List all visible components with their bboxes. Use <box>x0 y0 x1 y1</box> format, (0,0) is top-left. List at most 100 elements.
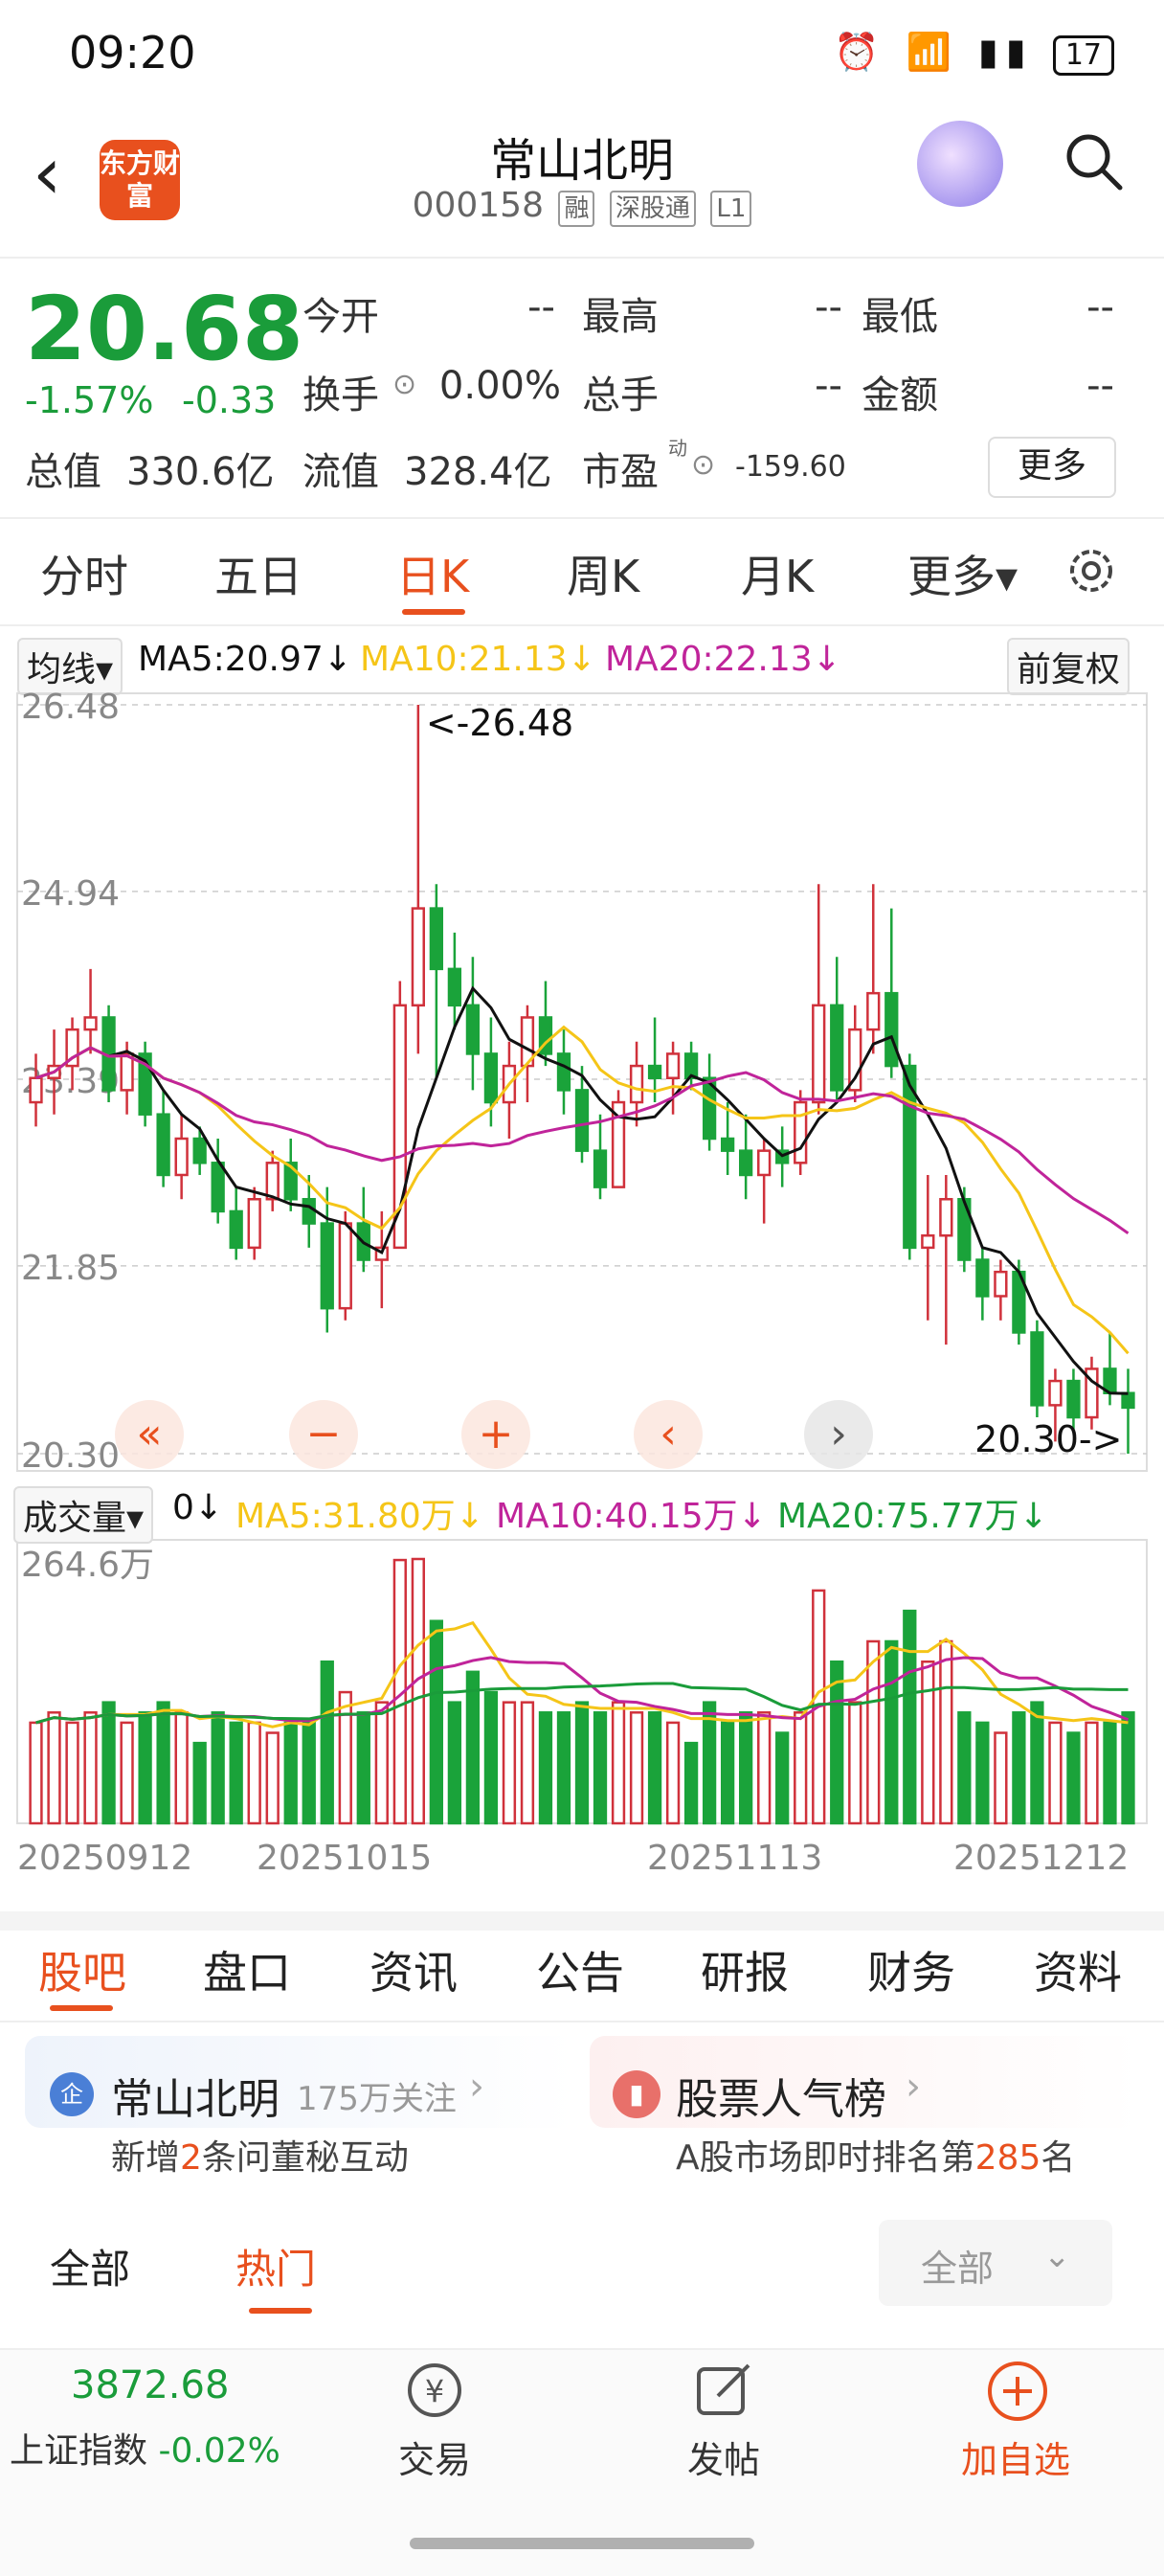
stock-code: 000158 <box>412 186 544 225</box>
tab-forum[interactable]: 股吧 <box>38 1938 126 2001</box>
chart-control-label: › <box>830 1410 847 1458</box>
alarm-icon: ⏰ <box>834 31 887 73</box>
candle-down <box>192 1137 207 1164</box>
low-label: 最低 <box>862 295 938 339</box>
mktcap-value: 330.6亿 <box>126 450 275 494</box>
adjust-button[interactable]: 前复权 <box>1007 638 1130 695</box>
ma5-label: MA5:20.97↓ <box>138 640 352 679</box>
volume-bar <box>1085 1721 1099 1825</box>
volume-bar <box>975 1721 990 1825</box>
candle-down <box>556 1052 571 1092</box>
pe-label: 市盈 <box>582 450 659 494</box>
trade-label[interactable]: 交易 <box>398 2430 471 2483</box>
volume-selector[interactable]: 成交量▾ <box>13 1486 154 1544</box>
add-watchlist-icon[interactable] <box>986 2360 1049 2423</box>
kline-chart[interactable]: 26.4824.9423.3921.8520.30<-26.4820.30->«… <box>0 689 1164 1915</box>
x-tick-label: 20251113 <box>647 1839 822 1878</box>
post-label[interactable]: 发帖 <box>687 2430 760 2483</box>
filter-select[interactable]: 全部 ⌄ <box>879 2220 1112 2306</box>
volume-bar <box>247 1721 261 1825</box>
volume-bar <box>939 1639 953 1825</box>
pe-sup: 动 <box>668 437 687 460</box>
volume-bar <box>957 1711 972 1825</box>
compose-icon[interactable] <box>693 2360 754 2421</box>
tab-daily-k[interactable]: 日K <box>396 542 469 605</box>
more-button[interactable]: 更多 <box>988 437 1116 498</box>
tab-weekly-k[interactable]: 周K <box>567 542 639 605</box>
tab-research[interactable]: 研报 <box>701 1938 789 2001</box>
volume-bar <box>665 1721 681 1825</box>
candle-up <box>866 991 881 1031</box>
volume-bar <box>174 1711 189 1825</box>
volume-bar <box>921 1660 935 1825</box>
ma-selector[interactable]: 均线▾ <box>17 638 123 695</box>
tab-monthly-k[interactable]: 月K <box>741 542 814 605</box>
volume-bar <box>429 1619 444 1825</box>
candle-down <box>975 1258 990 1298</box>
current-price: 20.68 <box>25 278 304 380</box>
home-indicator[interactable] <box>410 2538 754 2549</box>
candle-down <box>884 991 899 1068</box>
volume-bar <box>884 1639 899 1825</box>
chevron-right-icon: › <box>906 2065 921 2109</box>
volume-bar <box>338 1690 352 1825</box>
high-label: 最高 <box>582 295 659 339</box>
volume-bar <box>720 1721 735 1825</box>
trade-icon[interactable]: ¥ <box>400 2360 469 2421</box>
volume-bar <box>101 1701 116 1825</box>
wifi-icon: 📶 <box>906 31 959 73</box>
candle-up <box>411 907 425 1007</box>
volume-bar <box>156 1701 170 1825</box>
volume-bar <box>994 1731 1008 1825</box>
float-value: 328.4亿 <box>404 450 552 494</box>
volume-max-label: 264.6万 <box>21 1546 154 1585</box>
candle-down <box>647 1064 662 1079</box>
volume-bar <box>866 1639 881 1825</box>
candle-up <box>174 1137 189 1177</box>
company-name: 常山北明 <box>111 2075 280 2124</box>
filter-hot[interactable]: 热门 <box>235 2237 316 2295</box>
volume-bar <box>683 1741 699 1825</box>
tab-news[interactable]: 资讯 <box>369 1938 458 2001</box>
tab-orderbook[interactable]: 盘口 <box>203 1938 291 2001</box>
search-icon[interactable] <box>1063 130 1124 192</box>
active-tab-indicator <box>402 609 465 615</box>
volume-bar <box>848 1701 862 1825</box>
add-watchlist-label[interactable]: 加自选 <box>961 2430 1070 2483</box>
tab-more[interactable]: 更多▾ <box>907 542 1018 605</box>
candle-up <box>921 1233 935 1250</box>
pe-value: -159.60 <box>735 450 846 484</box>
tab-minute[interactable]: 分时 <box>40 542 128 605</box>
info-icon[interactable]: ⊙ <box>392 368 416 401</box>
volume-bar <box>1066 1731 1081 1825</box>
rank-chart-icon: ▮ <box>613 2070 660 2118</box>
high-value: -- <box>815 285 842 329</box>
divider <box>0 517 1164 519</box>
index-value[interactable]: 3872.68 <box>71 2363 229 2407</box>
candle-up <box>1048 1379 1063 1407</box>
volume-bar <box>502 1701 517 1825</box>
volume-bar <box>65 1721 79 1825</box>
tab-finance[interactable]: 财务 <box>867 1938 955 2001</box>
filter-all[interactable]: 全部 <box>50 2237 130 2295</box>
index-ticker[interactable]: 上证指数 -0.02% <box>10 2423 280 2473</box>
volume-legend: 成交量▾ 0↓ MA5:31.80万↓ MA10:40.15万↓ MA20:75… <box>0 1482 1164 1544</box>
candle-down <box>1066 1379 1081 1419</box>
candle-down <box>739 1149 753 1177</box>
assistant-avatar[interactable] <box>917 121 1003 207</box>
candle-up <box>247 1198 261 1250</box>
volume-bar <box>211 1711 225 1825</box>
pe-info-icon[interactable]: ⊙ <box>691 448 715 482</box>
volume-bar <box>1103 1721 1117 1825</box>
candle-down <box>593 1149 608 1188</box>
volume-bar <box>593 1711 608 1825</box>
gear-icon[interactable] <box>1063 542 1120 599</box>
tab-announcements[interactable]: 公告 <box>536 1938 624 2001</box>
vol-ma10-label: MA10:40.15万↓ <box>496 1497 767 1536</box>
volume-bar <box>830 1660 844 1825</box>
tab-five-day[interactable]: 五日 <box>214 542 302 605</box>
tab-profile[interactable]: 资料 <box>1034 1938 1122 2001</box>
candle-down <box>429 907 444 971</box>
volume-bar <box>29 1721 43 1825</box>
volume-bar <box>775 1731 790 1825</box>
